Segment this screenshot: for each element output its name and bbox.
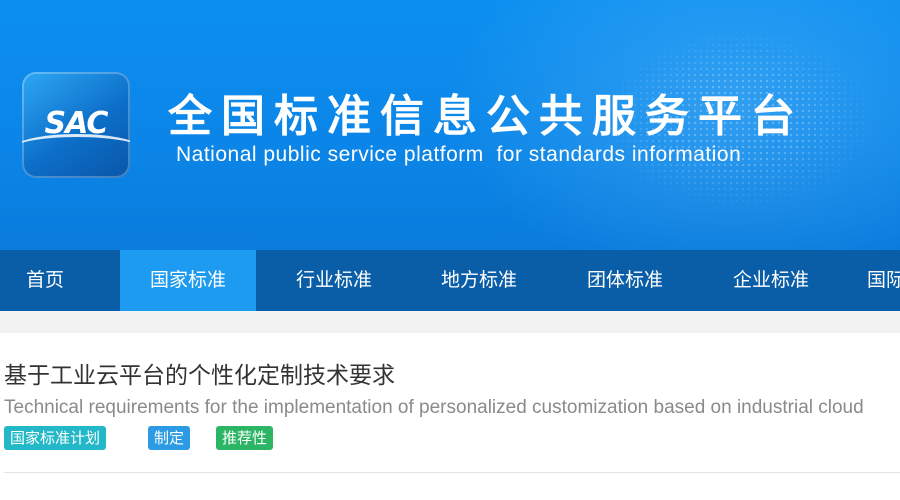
nav-item-industry[interactable]: 行业标准: [266, 250, 402, 311]
site-title: 全国标准信息公共服务平台: [168, 91, 804, 142]
nav-item-national[interactable]: 国家标准: [120, 250, 256, 311]
tag-recommended: 推荐性: [216, 426, 274, 450]
site-subtitle: National public service platform for sta…: [176, 143, 742, 166]
header-banner: SAC 全国标准信息公共服务平台 National public service…: [0, 0, 900, 250]
tag-national-plan: 国家标准计划: [4, 426, 107, 450]
main-nav: 首页 国家标准 行业标准 地方标准 团体标准 企业标准 国际: [0, 250, 900, 311]
nav-item-international[interactable]: 国际: [867, 250, 900, 311]
content-top-strip: [0, 311, 900, 333]
sac-logo[interactable]: SAC: [22, 72, 130, 178]
tag-formulation: 制定: [148, 426, 191, 450]
nav-item-group[interactable]: 团体标准: [557, 250, 693, 311]
standard-title-en: Technical requirements for the implement…: [4, 397, 864, 418]
nav-item-enterprise[interactable]: 企业标准: [703, 250, 839, 311]
nav-item-home[interactable]: 首页: [0, 250, 90, 311]
nav-item-local[interactable]: 地方标准: [411, 250, 547, 311]
standard-title: 基于工业云平台的个性化定制技术要求: [4, 363, 395, 389]
section-divider: [4, 472, 900, 473]
logo-text: SAC: [44, 106, 109, 141]
